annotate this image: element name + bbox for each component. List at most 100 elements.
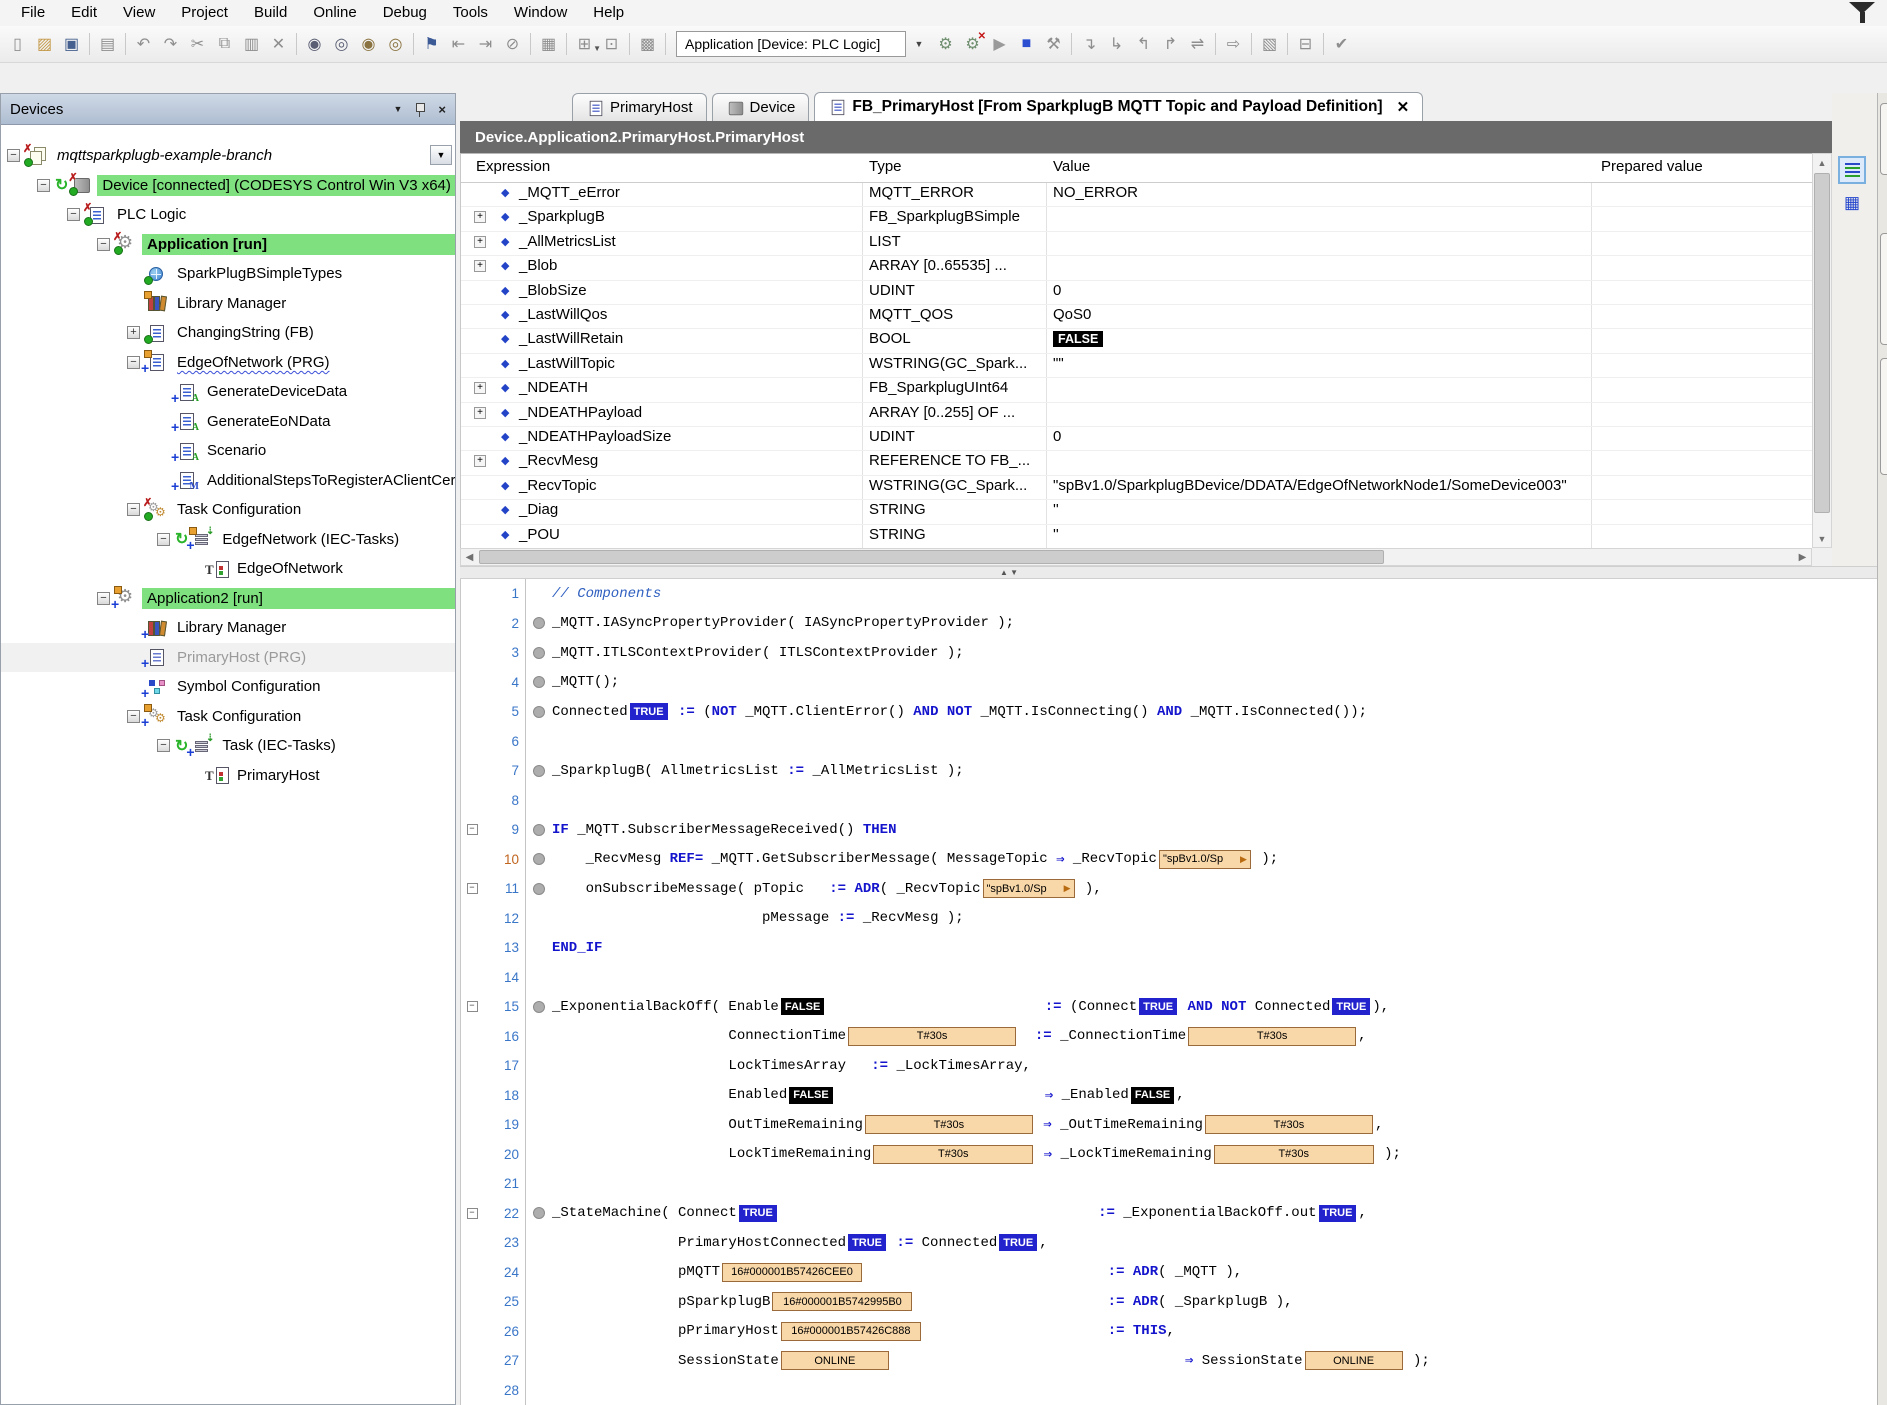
code-line-20[interactable]: 20 LockTimeRemainingT#30s ⇒ _LockTimeRem… bbox=[461, 1140, 1877, 1170]
column-header-value[interactable]: Value bbox=[1053, 158, 1090, 175]
chevron-down-icon[interactable]: ▼ bbox=[393, 104, 402, 114]
scroll-left-icon[interactable] bbox=[461, 549, 478, 565]
watch-row-mqtt-eerror[interactable]: ◆_MQTT_eErrorMQTT_ERRORNO_ERROR bbox=[461, 182, 1812, 207]
menu-item-debug[interactable]: Debug bbox=[370, 0, 440, 26]
close-icon[interactable]: × bbox=[438, 102, 446, 117]
tree-item-plc-logic[interactable]: −✗PLC Logic bbox=[1, 200, 455, 230]
breakpoint-dot-icon[interactable] bbox=[533, 853, 545, 865]
watch-row-lastwilltopic[interactable]: ◆_LastWillTopicWSTRING(GC_Spark..."" bbox=[461, 353, 1812, 378]
code-line-27[interactable]: 27 SessionStateONLINE ⇒ SessionStateONLI… bbox=[461, 1346, 1877, 1376]
tree-item-mqttsparkplugb-example-branch[interactable]: −✗mqttsparkplugb-example-branch bbox=[1, 141, 455, 171]
tree-item-task-configuration[interactable]: −⚙⚙+Task Configuration bbox=[1, 702, 455, 732]
code-line-7[interactable]: 7_SparkplugB( AllmetricsList := _AllMetr… bbox=[461, 756, 1877, 786]
tree-item-edgeofnetwork-prg[interactable]: −+EdgeOfNetwork (PRG) bbox=[1, 348, 455, 378]
watch-row-allmetricslist[interactable]: +◆_AllMetricsListLIST bbox=[461, 231, 1812, 256]
splitter-handle[interactable] bbox=[460, 566, 1877, 579]
collapse-icon[interactable]: − bbox=[7, 149, 20, 162]
menu-item-file[interactable]: File bbox=[8, 0, 58, 26]
sorted-view-button[interactable] bbox=[1838, 156, 1866, 184]
collapsed-panel-tab[interactable] bbox=[1880, 358, 1887, 475]
watch-row-lastwillqos[interactable]: ◆_LastWillQosMQTT_QOSQoS0 bbox=[461, 304, 1812, 329]
undo-icon[interactable]: ↶ bbox=[130, 31, 157, 57]
tab-primaryhost[interactable]: PrimaryHost bbox=[572, 93, 707, 121]
column-header-expression[interactable]: Expression bbox=[476, 158, 550, 175]
tree-item-sparkplugbsimpletypes[interactable]: SparkPlugBSimpleTypes bbox=[1, 259, 455, 289]
code-line-1[interactable]: 1// Components bbox=[461, 579, 1877, 609]
code-line-5[interactable]: 5ConnectedTRUE := (NOT _MQTT.ClientError… bbox=[461, 697, 1877, 727]
pin-icon[interactable] bbox=[414, 102, 426, 117]
watch-row-ndeathpayloadsize[interactable]: ◆_NDEATHPayloadSizeUDINT0 bbox=[461, 426, 1812, 451]
find-in-project-icon[interactable]: ◉ bbox=[355, 31, 382, 57]
single-cycle-icon[interactable]: ⇌ bbox=[1184, 31, 1211, 57]
tree-item-primaryhost[interactable]: TPrimaryHost bbox=[1, 761, 455, 791]
scrollbar-thumb[interactable] bbox=[1814, 173, 1830, 513]
code-line-18[interactable]: 18 EnabledFALSE ⇒ _EnabledFALSE, bbox=[461, 1081, 1877, 1111]
code-line-19[interactable]: 19 OutTimeRemainingT#30s ⇒ _OutTimeRemai… bbox=[461, 1110, 1877, 1140]
breakpoint-dot-icon[interactable] bbox=[533, 765, 545, 777]
new-file-icon[interactable]: ▯ bbox=[4, 31, 31, 57]
step-over-icon[interactable]: ↴ bbox=[1076, 31, 1103, 57]
menu-item-window[interactable]: Window bbox=[501, 0, 580, 26]
tab-fb-primaryhost-from-sparkplugb-mqtt-topic-and-payload-definition[interactable]: FB_PrimaryHost [From SparkplugB MQTT Top… bbox=[814, 92, 1423, 121]
code-line-2[interactable]: 2_MQTT.IASyncPropertyProvider( IASyncPro… bbox=[461, 609, 1877, 639]
breakpoint-dot-icon[interactable] bbox=[533, 617, 545, 629]
start-icon[interactable]: ▶ bbox=[986, 31, 1013, 57]
menu-item-edit[interactable]: Edit bbox=[58, 0, 110, 26]
step-out-icon[interactable]: ↰ bbox=[1130, 31, 1157, 57]
code-line-14[interactable]: 14 bbox=[461, 963, 1877, 993]
code-line-3[interactable]: 3_MQTT.ITLSContextProvider( ITLSContextP… bbox=[461, 638, 1877, 668]
collapsed-panel-tab[interactable] bbox=[1880, 233, 1887, 345]
scroll-down-icon[interactable] bbox=[1813, 530, 1831, 547]
tree-item-device-connected-codesys-control-win-v3-x64[interactable]: −↻✗Device [connected] (CODESYS Control W… bbox=[1, 171, 455, 201]
menu-item-view[interactable]: View bbox=[110, 0, 168, 26]
watch-row-pou[interactable]: ◆_POUSTRING'' bbox=[461, 524, 1812, 548]
scrollbar-thumb[interactable] bbox=[479, 550, 1384, 564]
collapse-icon[interactable]: − bbox=[127, 356, 140, 369]
code-line-25[interactable]: 25 pSparkplugB16#000001B5742995B0 := ADR… bbox=[461, 1287, 1877, 1317]
code-line-23[interactable]: 23 PrimaryHostConnectedTRUE := Connected… bbox=[461, 1228, 1877, 1258]
copy-icon[interactable]: ⧉ bbox=[211, 31, 238, 57]
watch-row-sparkplugb[interactable]: +◆_SparkplugBFB_SparkplugBSimple bbox=[461, 206, 1812, 231]
run-to-cursor-icon[interactable]: ↱ bbox=[1157, 31, 1184, 57]
column-header-type[interactable]: Type bbox=[869, 158, 902, 175]
replace-in-project-icon[interactable]: ◎ bbox=[382, 31, 409, 57]
add-folder-icon[interactable]: ⊡ bbox=[598, 31, 625, 57]
watch-row-blobsize[interactable]: ◆_BlobSizeUDINT0 bbox=[461, 280, 1812, 305]
tree-item-changingstring-fb[interactable]: +ChangingString (FB) bbox=[1, 318, 455, 348]
update-device-icon[interactable]: ▩ bbox=[634, 31, 661, 57]
code-line-9[interactable]: −9IF _MQTT.SubscriberMessageReceived() T… bbox=[461, 815, 1877, 845]
collapse-icon[interactable]: − bbox=[127, 503, 140, 516]
device-repository-icon[interactable]: ⊟ bbox=[1292, 31, 1319, 57]
logout-icon[interactable]: ⚙✕ bbox=[959, 31, 986, 57]
code-line-22[interactable]: −22_StateMachine( ConnectTRUE := _Expone… bbox=[461, 1199, 1877, 1229]
expand-icon[interactable]: + bbox=[474, 407, 486, 419]
collapse-icon[interactable]: − bbox=[127, 710, 140, 723]
open-project-icon[interactable]: ▨ bbox=[31, 31, 58, 57]
fold-collapse-icon[interactable]: − bbox=[467, 824, 478, 835]
watch-row-recvmesg[interactable]: +◆_RecvMesgREFERENCE TO FB_... bbox=[461, 450, 1812, 475]
write-values-icon[interactable]: ✔ bbox=[1328, 31, 1355, 57]
collapse-icon[interactable]: − bbox=[37, 179, 50, 192]
watch-row-recvtopic[interactable]: ◆_RecvTopicWSTRING(GC_Spark..."spBv1.0/S… bbox=[461, 475, 1812, 500]
tree-item-generatedevicedata[interactable]: A+GenerateDeviceData bbox=[1, 377, 455, 407]
collapse-icon[interactable]: − bbox=[97, 238, 110, 251]
breakpoint-dot-icon[interactable] bbox=[533, 676, 545, 688]
find-replace-icon[interactable]: ◎ bbox=[328, 31, 355, 57]
expand-value-icon[interactable]: ▶ bbox=[1240, 854, 1247, 865]
code-editor[interactable]: 1// Components2_MQTT.IASyncPropertyProvi… bbox=[460, 579, 1877, 1405]
tree-dropdown-button[interactable]: ▼ bbox=[430, 145, 452, 165]
fold-collapse-icon[interactable]: − bbox=[467, 1001, 478, 1012]
flow-control-icon[interactable]: ⇨ bbox=[1220, 31, 1247, 57]
code-line-12[interactable]: 12 pMessage := _RecvMesg ); bbox=[461, 904, 1877, 934]
tab-device[interactable]: Device bbox=[712, 93, 810, 121]
watch-list-icon[interactable]: ▦ bbox=[535, 31, 562, 57]
code-line-11[interactable]: −11 onSubscribeMessage( pTopic := ADR( _… bbox=[461, 874, 1877, 904]
menu-item-tools[interactable]: Tools bbox=[440, 0, 501, 26]
code-line-10[interactable]: 10 _RecvMesg REF= _MQTT.GetSubscriberMes… bbox=[461, 845, 1877, 875]
tree-item-scenario[interactable]: A+Scenario bbox=[1, 436, 455, 466]
watch-row-ndeath[interactable]: +◆_NDEATHFB_SparkplugUInt64 bbox=[461, 377, 1812, 402]
code-line-8[interactable]: 8 bbox=[461, 786, 1877, 816]
print-icon[interactable]: ▤ bbox=[94, 31, 121, 57]
reset-icon[interactable]: ⚒ bbox=[1040, 31, 1067, 57]
redo-icon[interactable]: ↷ bbox=[157, 31, 184, 57]
